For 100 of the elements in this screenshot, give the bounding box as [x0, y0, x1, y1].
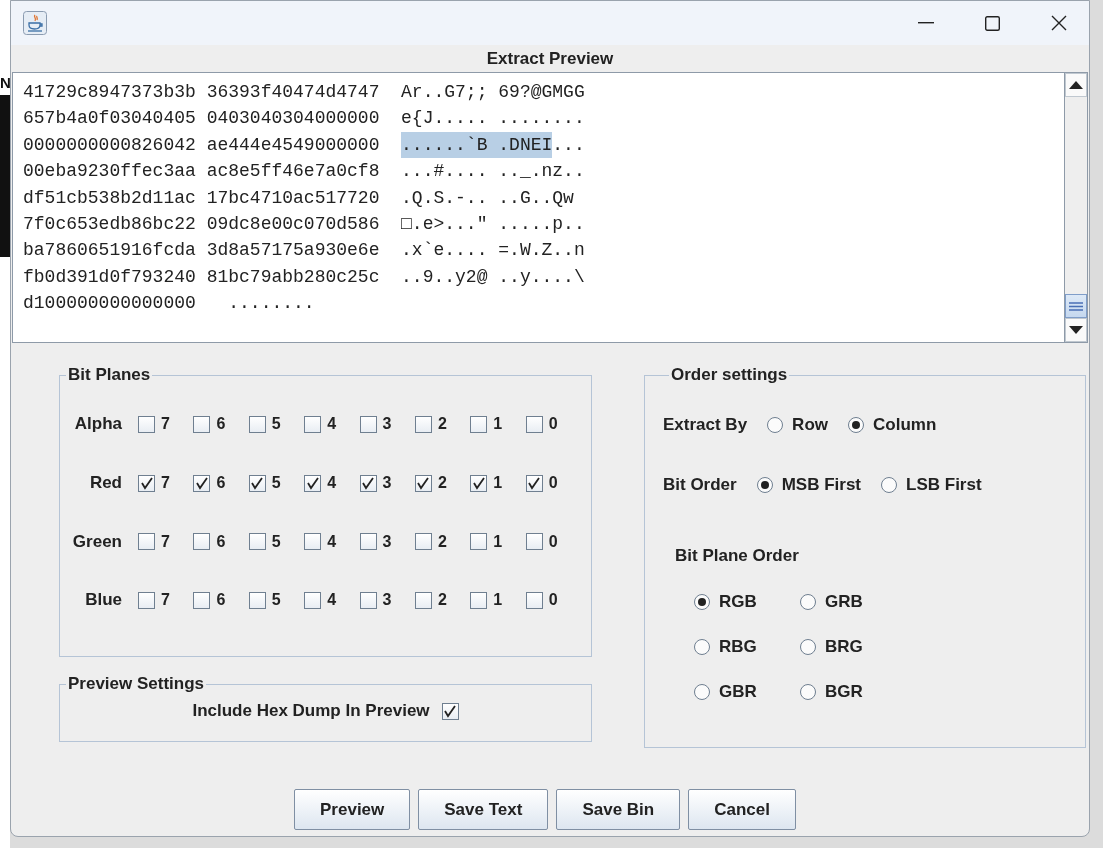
checkbox[interactable]	[525, 533, 543, 551]
dialog-button[interactable]: Save Bin	[556, 789, 681, 830]
checkbox[interactable]	[304, 474, 322, 492]
field-label: Extract By	[663, 415, 748, 435]
bit-label: 7	[161, 532, 170, 551]
hex-dump-text: 7f0c653edb86bc22 09dc8e00c070d586 □.e>..." .....p..	[23, 213, 585, 237]
maximize-icon[interactable]	[985, 15, 1000, 31]
bit-label: 4	[327, 474, 337, 493]
radio-label: Column	[873, 415, 937, 435]
radio-label: RGB	[719, 591, 757, 612]
radio-label: GBR	[719, 681, 757, 702]
bit-label: 1	[493, 474, 503, 493]
up-arrow-icon[interactable]	[1069, 81, 1083, 89]
checkbox[interactable]	[138, 591, 155, 609]
hex-dump-text: ba7860651916fcda 3d8a57175a930e6e .x`e.... =.W.Z..n	[23, 239, 585, 263]
checkbox[interactable]	[248, 533, 266, 551]
checkbox[interactable]	[304, 591, 322, 609]
checkbox[interactable]	[525, 474, 543, 492]
bit-label: 0	[548, 474, 558, 493]
bit-label: 6	[216, 532, 226, 551]
panel-title: Preview Settings	[67, 674, 206, 694]
checkbox[interactable]	[359, 591, 377, 609]
checkbox[interactable]	[441, 702, 459, 720]
dialog-button[interactable]: Cancel	[688, 789, 796, 830]
bit-label: 7	[161, 591, 170, 610]
checkbox[interactable]	[193, 591, 211, 609]
hex-dump-text: d100000000000000 ........	[23, 292, 315, 316]
checkbox[interactable]	[470, 591, 488, 609]
down-arrow-icon[interactable]	[1069, 326, 1083, 334]
checkbox[interactable]	[470, 415, 488, 433]
bit-label: 6	[216, 415, 226, 434]
checkbox[interactable]	[525, 415, 543, 433]
hex-dump-text: 00eba9230ffec3aa ac8e5ff46e7a0cf8 ...#.... .._.nz..	[23, 160, 585, 184]
radio-label: BGR	[825, 681, 863, 702]
checkbox-label: Include Hex Dump In Preview	[192, 701, 430, 721]
bit-label: 0	[548, 415, 558, 434]
bit-label: 7	[161, 474, 170, 493]
radio-label: BRG	[825, 636, 863, 657]
dialog-button[interactable]: Save Text	[418, 789, 549, 830]
channel-label: Alpha	[74, 414, 122, 435]
checkbox[interactable]	[414, 533, 432, 551]
bit-label: 4	[327, 415, 337, 434]
scroll-down-button[interactable]	[1065, 318, 1087, 342]
radio-button[interactable]	[767, 417, 784, 433]
radio-button[interactable]	[694, 593, 710, 610]
checkbox[interactable]	[138, 415, 155, 433]
scroll-up-button[interactable]	[1065, 73, 1087, 97]
minimize-icon[interactable]	[918, 22, 934, 24]
checkbox[interactable]	[193, 533, 211, 551]
radio-button[interactable]	[800, 638, 816, 655]
scroll-thumb[interactable]	[1065, 294, 1087, 318]
radio-label: RBG	[719, 636, 757, 657]
radio-button[interactable]	[800, 683, 816, 700]
bit-label: 4	[327, 532, 337, 551]
checkbox[interactable]	[359, 415, 377, 433]
checkbox[interactable]	[193, 415, 211, 433]
field-label: Bit Order	[663, 475, 737, 495]
checkbox[interactable]	[138, 533, 155, 551]
dialog-button[interactable]: Preview	[294, 789, 411, 830]
cup-icon	[23, 11, 47, 35]
checkbox[interactable]	[193, 474, 211, 492]
checkbox[interactable]	[248, 415, 266, 433]
bit-label: 1	[493, 532, 503, 551]
radio-button[interactable]	[881, 477, 898, 493]
vertical-scrollbar[interactable]	[1064, 73, 1087, 342]
bit-label: 1	[493, 591, 503, 610]
checkbox[interactable]	[414, 474, 432, 492]
checkbox[interactable]	[359, 474, 377, 492]
hex-dump-text: fb0d391d0f793240 81bc79abb280c25c ..9..y2@ ..y....\	[23, 265, 585, 289]
bit-label: 4	[327, 591, 337, 610]
radio-button[interactable]	[694, 638, 710, 655]
background-window-text: N	[0, 74, 11, 91]
close-icon[interactable]	[1051, 15, 1067, 31]
bit-label: 0	[548, 591, 558, 610]
checkbox[interactable]	[414, 415, 432, 433]
grip-icon[interactable]	[1069, 301, 1083, 311]
checkbox[interactable]	[304, 533, 322, 551]
bit-label: 5	[271, 532, 281, 551]
checkbox[interactable]	[138, 474, 155, 492]
window-title: Extract Preview	[485, 48, 615, 70]
radio-button[interactable]	[694, 683, 710, 700]
radio-button[interactable]	[756, 477, 773, 493]
checkbox[interactable]	[304, 415, 322, 433]
checkbox[interactable]	[525, 591, 543, 609]
bit-label: 5	[271, 591, 281, 610]
hex-dump-text: 0000000000826042 ae444e4549000000	[23, 133, 381, 157]
checkbox[interactable]	[470, 533, 488, 551]
checkbox[interactable]	[248, 591, 266, 609]
checkbox[interactable]	[414, 591, 432, 609]
bit-label: 2	[437, 415, 447, 434]
channel-label: Red	[89, 473, 122, 494]
radio-label: LSB First	[906, 475, 982, 495]
radio-label: GRB	[825, 591, 863, 612]
selected-text: ......`B .DNEI	[401, 131, 553, 159]
radio-button[interactable]	[800, 593, 816, 610]
checkbox[interactable]	[359, 533, 377, 551]
checkbox[interactable]	[248, 474, 266, 492]
checkbox[interactable]	[470, 474, 488, 492]
radio-button[interactable]	[848, 417, 864, 433]
field-label: Bit Plane Order	[675, 546, 800, 566]
